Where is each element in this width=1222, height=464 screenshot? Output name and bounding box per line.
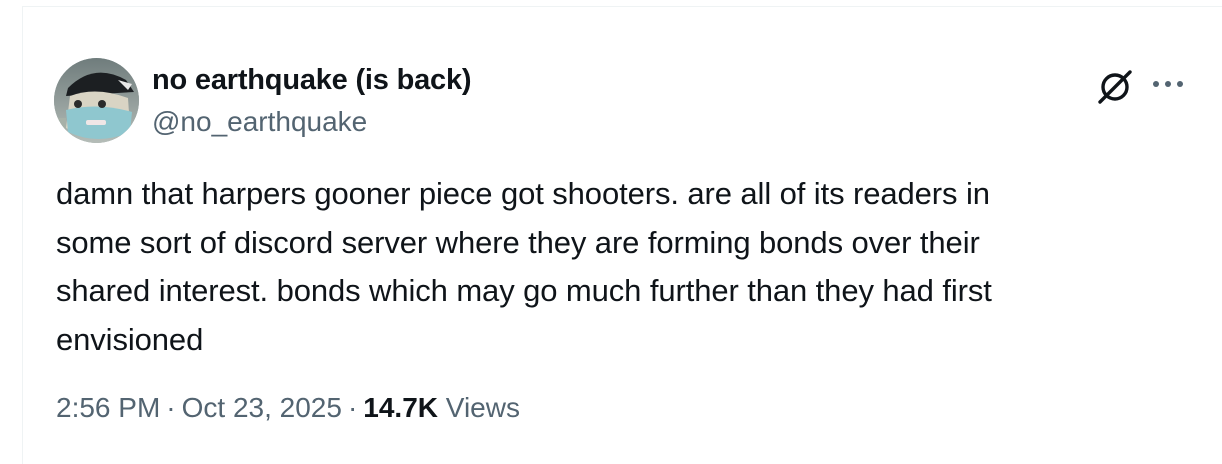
tweet-line: some sort of discord server where they a… — [56, 224, 980, 260]
tweet-meta: 2:56 PM · Oct 23, 2025 · 14.7K Views — [56, 392, 520, 424]
avatar-image — [54, 58, 139, 143]
views-count: 14.7K — [363, 392, 438, 423]
more-options-icon[interactable] — [1150, 72, 1186, 96]
meta-separator: · — [166, 392, 176, 423]
tweet-text: damn that harpers gooner piece got shoot… — [56, 170, 1176, 364]
tweet-date[interactable]: Oct 23, 2025 — [182, 392, 342, 423]
tweet-line: envisioned — [56, 321, 204, 357]
author-handle[interactable]: @no_earthquake — [152, 106, 367, 138]
tweet-line: shared interest. bonds which may go much… — [56, 273, 992, 308]
ellipsis-icon — [1153, 81, 1183, 87]
grok-icon-graphic — [1098, 70, 1132, 104]
avatar[interactable] — [54, 58, 139, 143]
tweet-time[interactable]: 2:56 PM — [56, 392, 160, 423]
author-display-name[interactable]: no earthquake (is back) — [152, 64, 472, 97]
tweet-line: damn that harpers gooner piece got shoot… — [56, 176, 990, 211]
grok-icon[interactable] — [1094, 66, 1136, 108]
views-label: Views — [445, 392, 520, 423]
meta-separator: · — [347, 392, 358, 423]
